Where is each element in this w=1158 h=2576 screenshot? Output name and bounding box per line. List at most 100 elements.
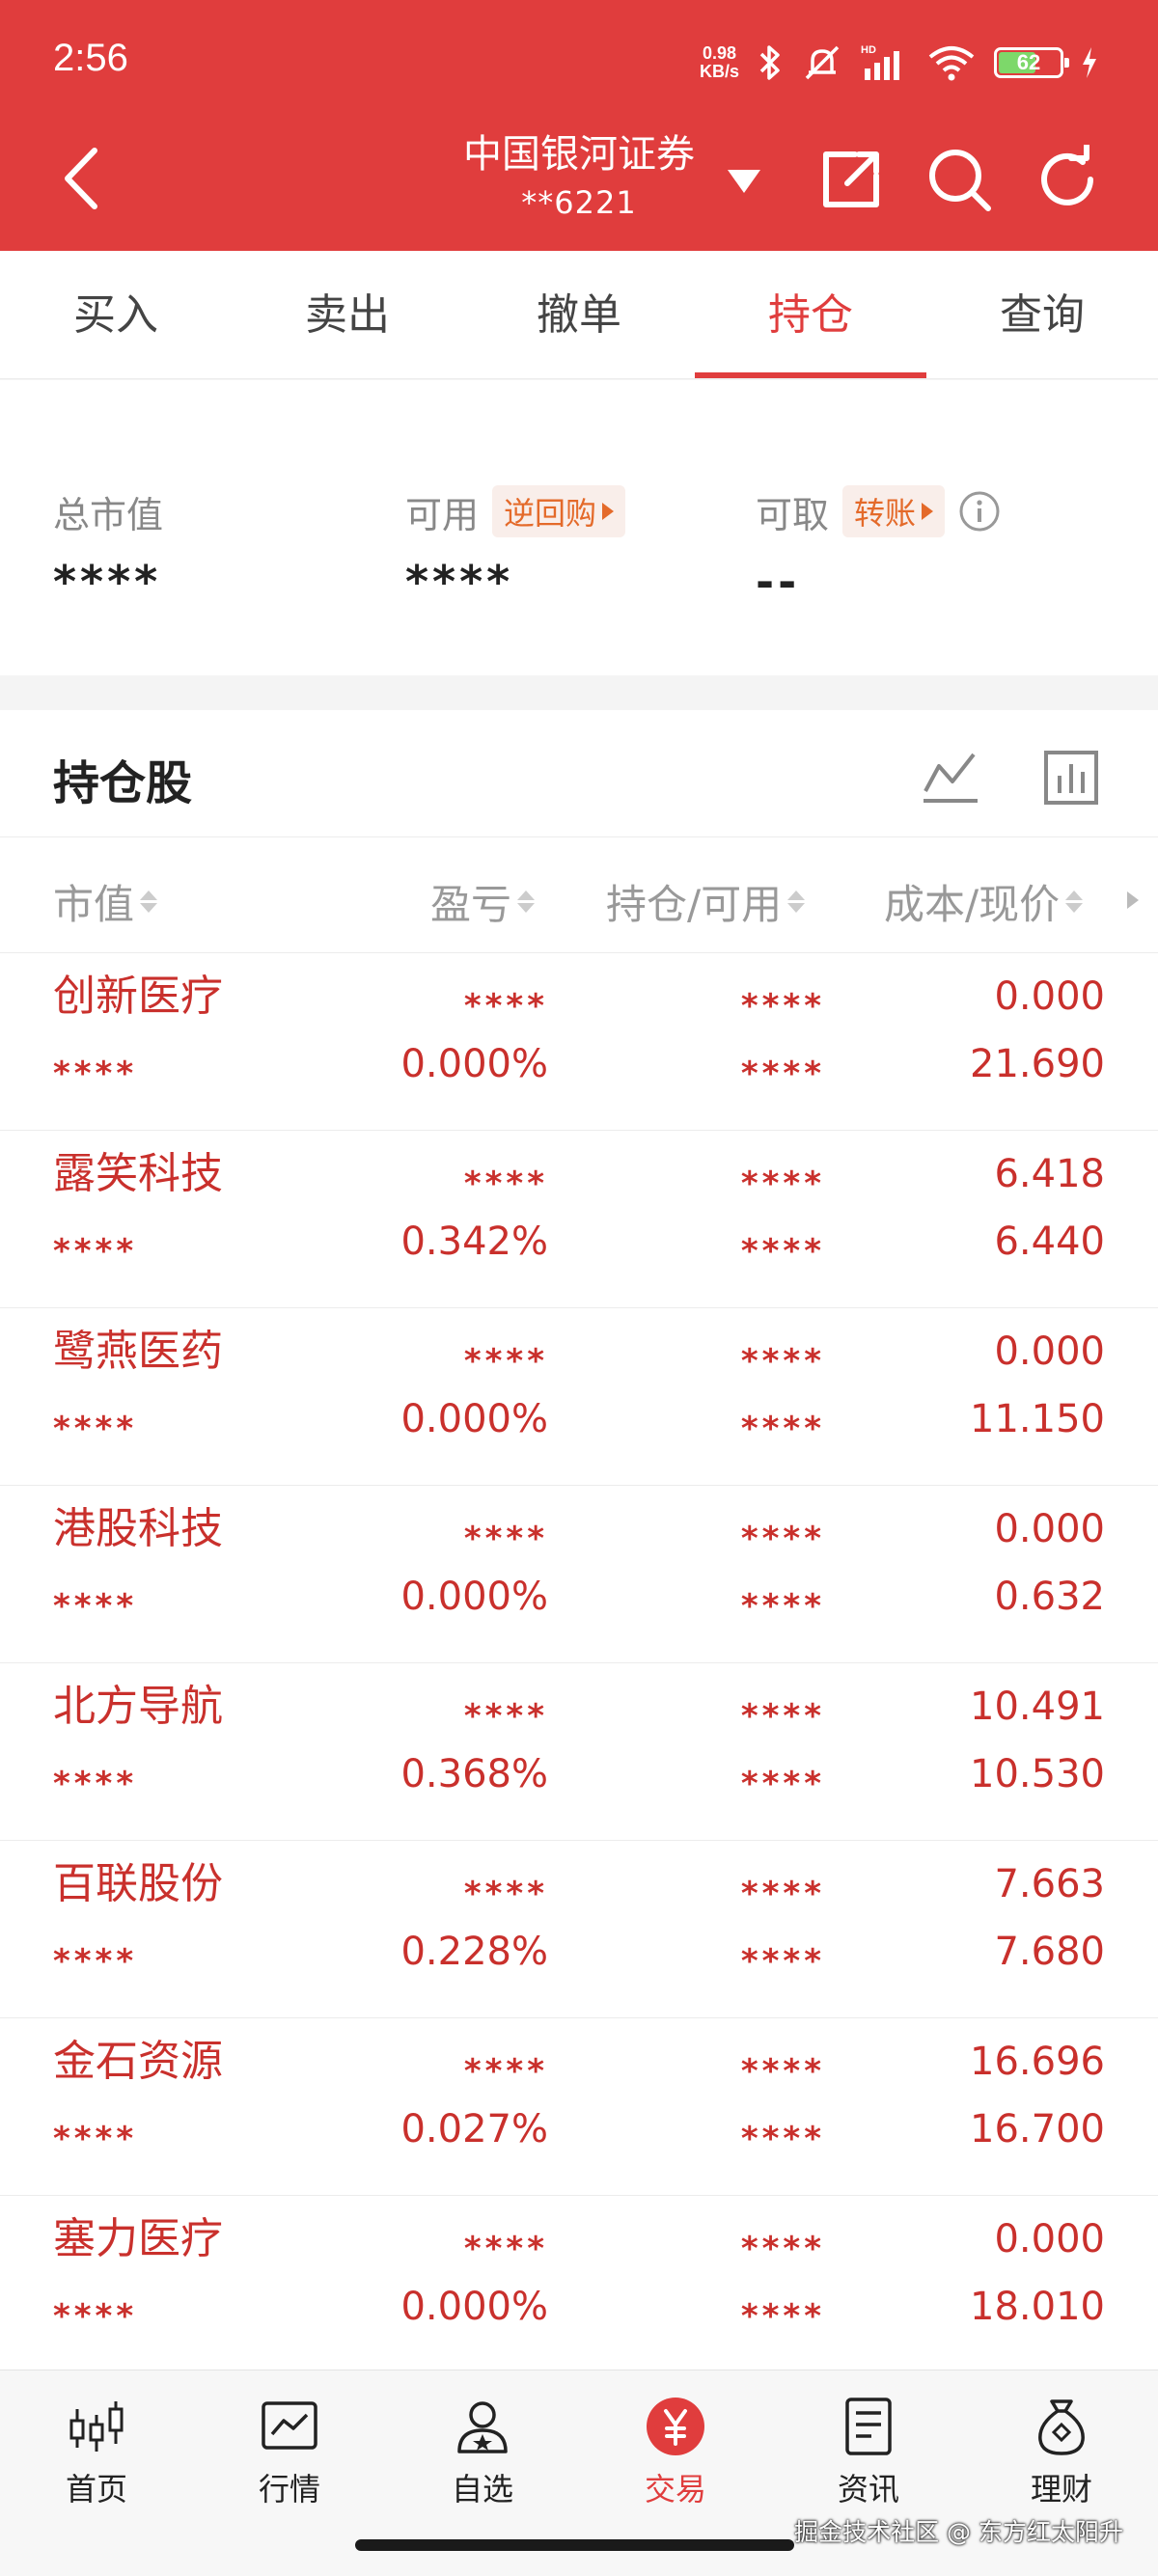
available-qty: **** [740, 1410, 825, 1448]
current-price: 7.680 [994, 1930, 1105, 1974]
sort-market-value[interactable]: 市值 [53, 872, 158, 931]
network-speed: 0.98 KB/s [700, 44, 739, 81]
table-row[interactable]: 港股科技 **** **** 0.000% **** **** 0.000 0.632 [0, 1486, 1158, 1663]
available-qty: **** [740, 1765, 825, 1803]
cost-price: 0.000 [994, 974, 1105, 1019]
nav-watchlist[interactable]: 自选 [386, 2396, 579, 2509]
profit-loss-percent: 0.000% [400, 2285, 548, 2329]
status-time: 2:56 [53, 37, 128, 79]
sort-cost-price[interactable]: 成本/现价 [884, 872, 1084, 931]
sort-icon [1065, 891, 1084, 913]
available-funds-value: **** [405, 556, 514, 608]
table-row[interactable]: 鹭燕医药 **** **** 0.000% **** **** 0.000 11.150 [0, 1308, 1158, 1486]
news-icon [845, 2398, 892, 2455]
table-row[interactable]: 创新医疗 **** **** 0.000% **** **** 0.000 21.690 [0, 953, 1158, 1131]
table-row[interactable]: 塞力医疗 **** **** 0.000% **** **** 0.000 18.010 [0, 2196, 1158, 2373]
tab-cancel-order[interactable]: 撤单 [463, 251, 695, 378]
profit-loss-percent: 0.000% [400, 1042, 548, 1086]
holdings-title: 持仓股 [53, 756, 193, 810]
profit-loss-percent: 0.027% [400, 2107, 548, 2151]
back-arrow-icon[interactable] [58, 145, 106, 212]
bar-chart-icon[interactable] [1042, 749, 1100, 807]
sort-position-available[interactable]: 持仓/可用 [606, 872, 806, 931]
more-columns-arrow-icon[interactable] [1127, 891, 1139, 909]
position-qty: **** [740, 1165, 825, 1203]
profit-loss: **** [463, 1520, 548, 1558]
nav-home[interactable]: 首页 [0, 2396, 193, 2509]
profit-loss: **** [463, 2230, 548, 2268]
stock-name: 露笑科技 [53, 1149, 223, 1198]
arrow-right-icon [602, 503, 615, 520]
line-chart-icon[interactable] [922, 749, 979, 807]
holdings-column-header: 市值 盈亏 持仓/可用 成本/现价 [0, 837, 1158, 953]
cost-price: 10.491 [970, 1685, 1105, 1729]
current-price: 16.700 [970, 2107, 1105, 2151]
table-row[interactable]: 露笑科技 **** **** 0.342% **** **** 6.418 6.440 [0, 1131, 1158, 1308]
status-bar: 2:56 0.98 KB/s HD 62 [0, 0, 1158, 130]
wifi-icon [928, 46, 975, 81]
nav-trade-label: 交易 [644, 2471, 706, 2507]
home-indicator[interactable] [355, 2539, 794, 2551]
available-qty: **** [740, 1232, 825, 1271]
available-qty: **** [740, 2120, 825, 2158]
profit-loss: **** [463, 1165, 548, 1203]
reverse-repo-button[interactable]: 逆回购 [492, 485, 626, 537]
cost-price: 16.696 [970, 2040, 1105, 2084]
nav-wealth-label: 理财 [1030, 2471, 1092, 2507]
tab-buy[interactable]: 买入 [0, 251, 232, 378]
profit-loss-percent: 0.228% [400, 1930, 548, 1974]
available-qty: **** [740, 1587, 825, 1626]
arrow-right-icon [922, 503, 934, 520]
table-row[interactable]: 金石资源 **** **** 0.027% **** **** 16.696 16.700 [0, 2018, 1158, 2196]
mute-bell-icon [805, 45, 840, 80]
nav-market-label: 行情 [258, 2471, 320, 2507]
stock-name: 百联股份 [53, 1859, 223, 1908]
nav-trade[interactable]: 交易 [579, 2396, 772, 2509]
sort-profit-loss[interactable]: 盈亏 [430, 872, 536, 931]
sort-icon [140, 891, 158, 913]
holdings-header: 持仓股 [0, 710, 1158, 837]
stock-name: 金石资源 [53, 2037, 223, 2086]
tab-query[interactable]: 查询 [926, 251, 1158, 378]
nav-news-label: 资讯 [837, 2471, 899, 2507]
watermark: 掘金技术社区 @ 东方红太阳升 [794, 2518, 1123, 2546]
available-qty: **** [740, 1055, 825, 1093]
profit-loss-percent: 0.000% [400, 1397, 548, 1441]
holdings-panel: 持仓股 市值 盈亏 持仓/可用 成本/现价 创新医疗 **** **** 0.000%… [0, 710, 1158, 2373]
available-qty: **** [740, 1942, 825, 1981]
account-switcher[interactable]: 中国银河证券 **6221 [434, 125, 724, 222]
market-value: **** [53, 1410, 138, 1448]
share-icon[interactable] [816, 145, 886, 214]
battery-level: 62 [1016, 50, 1041, 74]
current-price: 0.632 [994, 1575, 1105, 1619]
yuan-icon [647, 2398, 704, 2455]
info-icon[interactable] [958, 490, 1001, 533]
profit-loss: **** [463, 2052, 548, 2091]
position-qty: **** [740, 1697, 825, 1736]
search-icon[interactable] [924, 145, 994, 214]
cost-price: 0.000 [994, 1507, 1105, 1551]
market-value: **** [53, 1765, 138, 1803]
dropdown-caret-icon[interactable] [726, 166, 762, 195]
withdrawable-funds: 可取 转账 -- [756, 482, 1001, 608]
sort-icon [517, 891, 536, 913]
refresh-icon[interactable] [1033, 145, 1102, 214]
nav-news[interactable]: 资讯 [772, 2396, 965, 2509]
withdrawable-funds-label: 可取 [756, 493, 830, 536]
transfer-button[interactable]: 转账 [842, 485, 946, 537]
available-funds: 可用 逆回购 **** [405, 482, 626, 608]
app-header: 2:56 0.98 KB/s HD 62 中国银河证券 **6221 [0, 0, 1158, 251]
signal-icon: HD [861, 44, 899, 80]
tab-holdings[interactable]: 持仓 [695, 251, 926, 378]
total-market-value-label: 总市值 [53, 493, 164, 536]
table-row[interactable]: 百联股份 **** **** 0.228% **** **** 7.663 7.680 [0, 1841, 1158, 2018]
tab-sell[interactable]: 卖出 [232, 251, 463, 378]
cost-price: 7.663 [994, 1862, 1105, 1906]
available-funds-label: 可用 [405, 493, 480, 536]
profit-loss: **** [463, 1342, 548, 1381]
profit-loss: **** [463, 987, 548, 1026]
table-row[interactable]: 北方导航 **** **** 0.368% **** **** 10.491 10.530 [0, 1663, 1158, 1841]
nav-market[interactable]: 行情 [193, 2396, 386, 2509]
market-value: **** [53, 2297, 138, 2336]
nav-wealth[interactable]: 理财 [965, 2396, 1158, 2509]
